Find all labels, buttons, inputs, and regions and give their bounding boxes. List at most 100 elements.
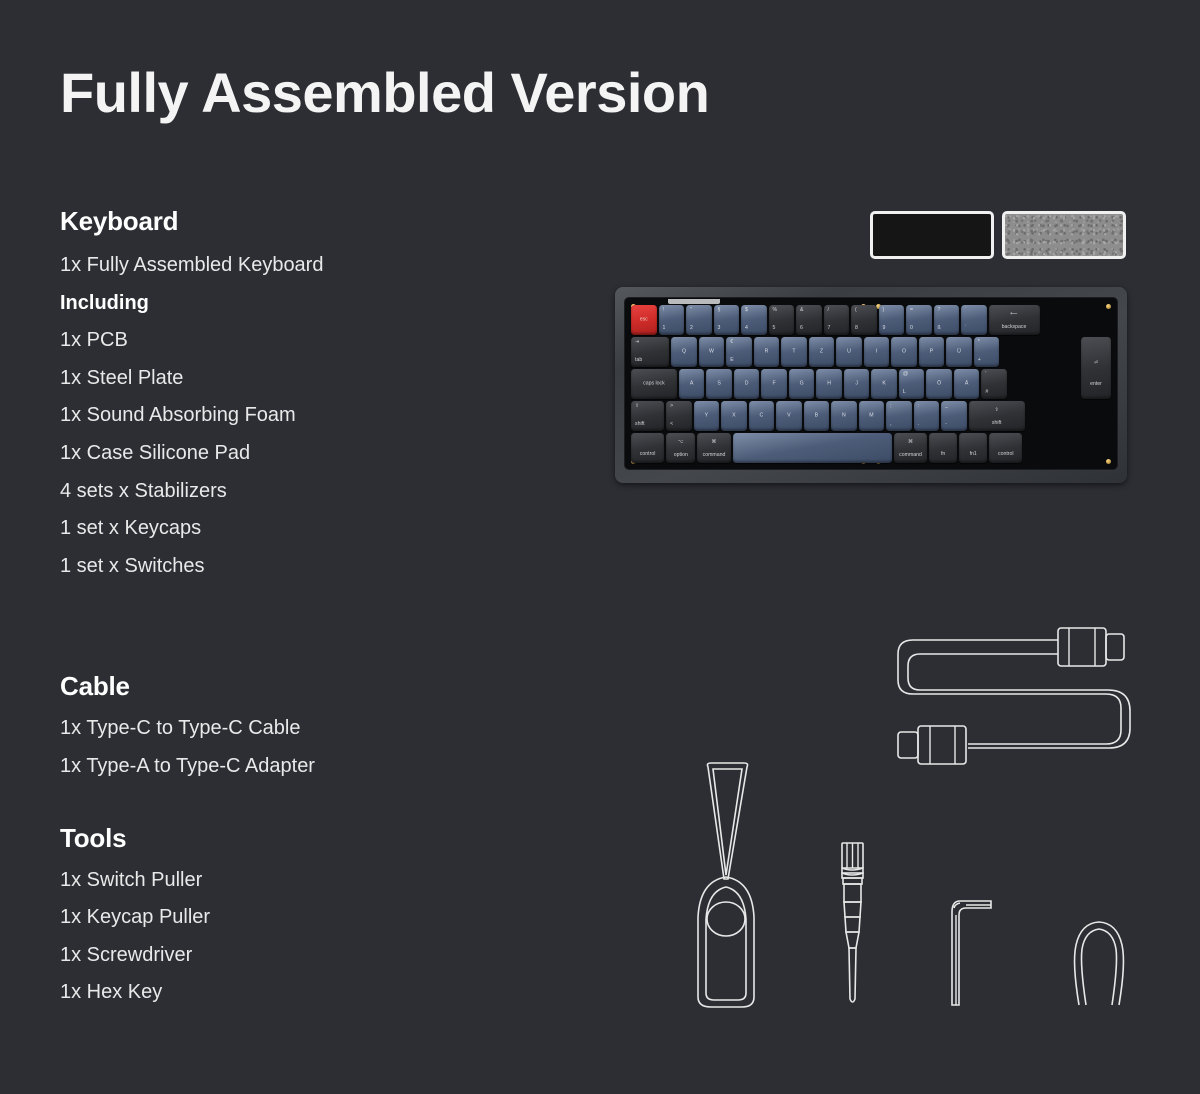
- keycap[interactable]: ;,: [886, 401, 912, 431]
- keycap[interactable]: P: [918, 337, 945, 367]
- keycap[interactable]: fn1: [959, 433, 988, 463]
- keycap[interactable]: ` ´: [961, 305, 987, 335]
- keycap-legend: Ä: [964, 380, 969, 387]
- list-item: 1x Case Silicone Pad: [60, 441, 251, 464]
- keycap[interactable]: esc: [631, 305, 657, 335]
- keycap-legend-bottom: 8: [855, 324, 858, 331]
- hex-key-illustration: [951, 900, 992, 1006]
- keycap-legend: O: [901, 348, 907, 355]
- keycap[interactable]: control: [631, 433, 665, 463]
- keycap[interactable]: & 6: [796, 305, 822, 335]
- keycap[interactable]: T: [781, 337, 807, 367]
- keycap[interactable]: W: [698, 337, 725, 367]
- keycap[interactable]: X: [721, 401, 747, 431]
- keycap[interactable]: § 3: [713, 305, 739, 335]
- keycap[interactable]: S: [706, 369, 732, 399]
- keycap[interactable]: ' #: [981, 369, 1007, 399]
- keycap[interactable]: $4: [741, 305, 767, 335]
- list-item: 4 sets x Stabilizers: [60, 479, 227, 502]
- keycap[interactable]: J: [843, 369, 870, 399]
- keycap-legend: K: [882, 380, 886, 387]
- keycap[interactable]: Z: [808, 337, 835, 367]
- keycap[interactable]: O: [891, 337, 917, 367]
- list-item: 1x Type-C to Type-C Cable: [60, 717, 301, 740]
- keycap[interactable]: Y: [693, 401, 720, 431]
- keycap[interactable]: U: [836, 337, 862, 367]
- keycap[interactable]: ⌘ command: [893, 433, 928, 463]
- keycap[interactable]: ) 9: [878, 305, 904, 335]
- keycap[interactable]: Ü: [946, 337, 972, 367]
- keycap-legend: M: [869, 412, 874, 419]
- keycap-legend-bottom: ´: [965, 324, 967, 331]
- keycap[interactable]: C: [748, 401, 775, 431]
- keycap[interactable]: G: [788, 369, 815, 399]
- keycap[interactable]: A: [678, 369, 705, 399]
- keycap-enter[interactable]: ⏎ enter: [1081, 337, 1111, 399]
- keycap[interactable]: = 0: [906, 305, 932, 335]
- keycap[interactable]: /7: [823, 305, 849, 335]
- keycap[interactable]: M: [858, 401, 885, 431]
- keycap-legend: control: [997, 450, 1014, 457]
- keycap-legend-bottom: 7: [827, 324, 831, 331]
- keycap[interactable]: K: [871, 369, 897, 399]
- keycap[interactable]: fn: [929, 433, 958, 463]
- keycap[interactable]: € E: [726, 337, 752, 367]
- keycap-legend: F: [772, 380, 776, 387]
- tools-svg: [697, 762, 1125, 1008]
- keycap[interactable]: D: [733, 369, 760, 399]
- keycap[interactable]: > <: [666, 401, 692, 431]
- keycap-legend-bottom: 2: [690, 324, 693, 331]
- keycap[interactable]: [732, 433, 892, 463]
- keycap[interactable]: V: [776, 401, 802, 431]
- keycap-legend-bottom: L: [902, 388, 906, 395]
- section-heading-cable: Cable: [60, 671, 130, 702]
- keycap[interactable]: " 2: [686, 305, 712, 335]
- keycap[interactable]: @ L: [898, 369, 925, 399]
- keycap[interactable]: ? ß: [933, 305, 959, 335]
- keycap-legend: V: [787, 412, 791, 419]
- keycap[interactable]: (8: [851, 305, 877, 335]
- keycap[interactable]: ⟵ backspace: [988, 305, 1040, 335]
- list-item: 1x Steel Plate: [60, 366, 184, 389]
- keycap-legend-top: `: [965, 307, 967, 313]
- keycap[interactable]: ⌥ option: [666, 433, 696, 463]
- keycap-legend: D: [744, 380, 749, 387]
- keycap-legend: Z: [819, 348, 824, 355]
- keycap-legend-bottom: 5: [772, 324, 776, 331]
- keycap[interactable]: % 5: [768, 305, 794, 335]
- keycap[interactable]: R: [753, 337, 780, 367]
- keyboard-row: ⇧ shift > < Y X C V B N M;,:. _ - ⇧ shift: [631, 401, 1111, 431]
- keycap[interactable]: Ä: [953, 369, 980, 399]
- keycap[interactable]: N: [831, 401, 857, 431]
- keyboard-row: control ⌥ option ⌘ command ⌘ command fn fn1 contr…: [631, 433, 1111, 463]
- keycap-legend-bottom: ,: [890, 420, 892, 427]
- keycap-legend-top: ": [690, 307, 692, 313]
- keycap-legend-top: ?: [937, 307, 941, 313]
- keycap[interactable]: F: [761, 369, 787, 399]
- keycap[interactable]: :.: [913, 401, 940, 431]
- keycap-legend-bottom: enter: [1090, 380, 1102, 387]
- keycap[interactable]: Ö: [926, 369, 952, 399]
- keycap[interactable]: ⇧ shift: [968, 401, 1025, 431]
- keycap-legend: U: [847, 348, 851, 355]
- keycap-legend: fn: [940, 450, 946, 457]
- keycap[interactable]: caps lock: [631, 369, 677, 399]
- keycap[interactable]: I: [863, 337, 890, 367]
- usb-c-cable-illustration: [880, 612, 1140, 777]
- keycap[interactable]: * +: [973, 337, 1000, 367]
- keycap[interactable]: _ -: [941, 401, 967, 431]
- list-item: 1x Switch Puller: [60, 868, 203, 891]
- keycap[interactable]: B: [803, 401, 830, 431]
- keycap[interactable]: ⌘ command: [697, 433, 731, 463]
- keycap[interactable]: control: [989, 433, 1023, 463]
- screwdriver-illustration: [841, 842, 864, 1003]
- keycap[interactable]: Q: [671, 337, 697, 367]
- keycap[interactable]: H: [816, 369, 842, 399]
- keycap-legend: A: [689, 380, 694, 387]
- parts-list: Keyboard 1x Fully Assembled Keyboard Inc…: [60, 206, 520, 1012]
- keycap[interactable]: ⇧ shift: [631, 401, 665, 431]
- section-heading-keyboard: Keyboard: [60, 206, 179, 236]
- keycap[interactable]: ⇥ tab: [631, 337, 670, 367]
- case-silicone-pad-swatch: [870, 211, 994, 259]
- keycap[interactable]: ! 1: [658, 305, 684, 335]
